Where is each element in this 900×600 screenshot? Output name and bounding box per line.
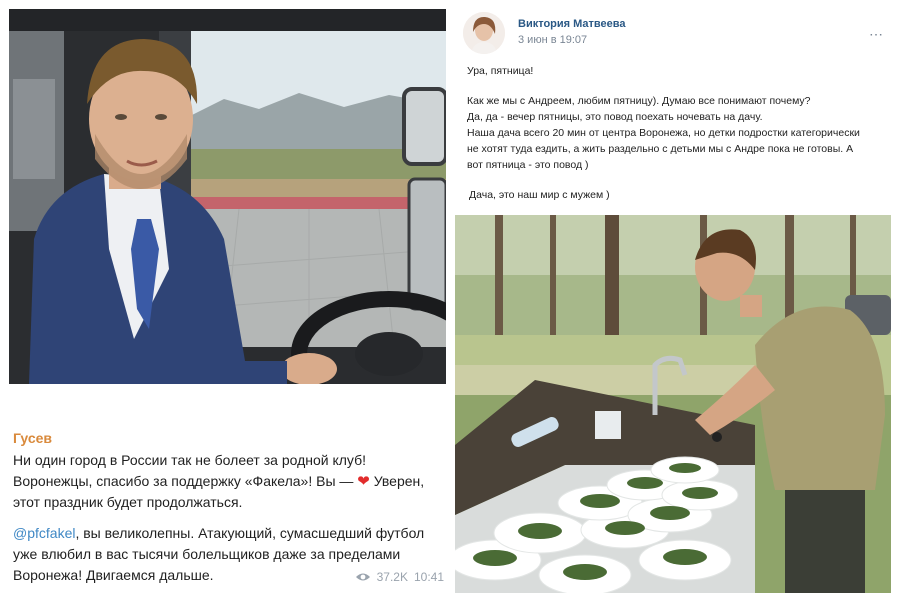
message-meta: 37.2K 10:41 (355, 570, 444, 584)
message-line-text: Уверен, (373, 473, 425, 489)
post-photo-man-in-truck[interactable] (9, 9, 446, 384)
mention-link[interactable]: @pfcfakel (13, 525, 75, 541)
message-line: уже влюбил в вас тысячи болельщиков даже… (13, 546, 401, 562)
post-text-line: вот пятница - это повод ) (467, 159, 589, 171)
message-line: этот праздник будет продолжаться. (13, 494, 243, 510)
message-line-text: Воронежцы, спасибо за поддержку «Факела»… (13, 473, 354, 489)
avatar[interactable] (463, 12, 505, 54)
more-options-icon[interactable]: ⋯ (869, 26, 884, 43)
telegram-message-body: Гусев Ни один город в России так не боле… (9, 384, 446, 591)
message-paragraph-1: Ни один город в России так не болеет за … (13, 450, 443, 513)
post-text-line: Наша дача всего 20 мин от центра Воронеж… (467, 127, 860, 139)
outdoor-kitchen-illustration (455, 215, 891, 593)
message-line: @pfcfakel, вы великолепны. Атакующий, су… (13, 523, 443, 544)
post-text-line: Ура, пятница! (467, 65, 534, 77)
message-line: Воронежцы, спасибо за поддержку «Факела»… (13, 471, 443, 492)
avatar-woman-icon (463, 12, 505, 54)
post-date[interactable]: 3 июн в 19:07 (518, 34, 587, 46)
post-text-line: не хотят туда ездить, а жить раздельно с… (467, 143, 854, 155)
view-count: 37.2K (376, 570, 408, 584)
post-text-line: Дача, это наш мир с мужем ) (469, 189, 610, 201)
eye-icon (355, 573, 370, 581)
truck-cabin-illustration (9, 9, 446, 384)
post-photo-man-at-table[interactable] (455, 215, 891, 593)
post-text-line: Да, да - вечер пятницы, это повод поехат… (467, 111, 763, 123)
message-line: Ни один город в России так не болеет за … (13, 452, 366, 468)
heart-emoji-icon: ❤ (357, 473, 370, 490)
post-author[interactable]: Гусев (13, 430, 52, 446)
post-text-line: Как же мы с Андреем, любим пятницу). Дум… (467, 95, 811, 107)
vk-post: Виктория Матвеева 3 июн в 19:07 ⋯ Ура, п… (455, 0, 900, 600)
post-author-name[interactable]: Виктория Матвеева (518, 18, 626, 30)
telegram-post: Гусев Ни один город в России так не боле… (9, 9, 446, 591)
message-line-text: , вы великолепны. Атакующий, сумасшедший… (75, 525, 425, 541)
message-time: 10:41 (413, 570, 444, 584)
